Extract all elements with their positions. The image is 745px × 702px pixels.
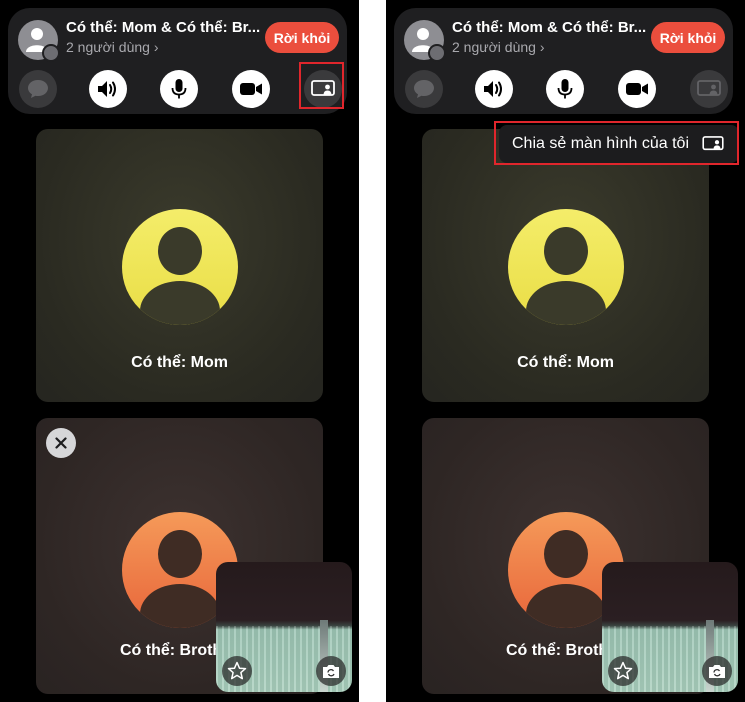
speaker-button[interactable] xyxy=(89,70,127,108)
participant-tile-mom[interactable]: Có thể: Mom xyxy=(422,129,709,402)
self-camera-preview[interactable] xyxy=(602,562,738,692)
microphone-icon xyxy=(557,79,573,99)
facetime-call-bar: Có thể: Mom & Có thể: Br... 2 người dùng… xyxy=(394,8,733,114)
avatar xyxy=(508,209,624,325)
leave-call-button[interactable]: Rời khỏi xyxy=(651,22,725,53)
call-title[interactable]: Có thể: Mom & Có thể: Br... xyxy=(66,19,262,36)
video-camera-icon xyxy=(240,83,262,95)
flip-camera-button[interactable] xyxy=(702,656,732,686)
flip-camera-icon xyxy=(709,665,725,678)
video-button[interactable] xyxy=(618,70,656,108)
group-avatar[interactable] xyxy=(404,20,446,62)
message-button[interactable] xyxy=(19,70,57,108)
participants-link[interactable]: 2 người dùng › xyxy=(452,39,545,55)
share-screen-icon xyxy=(697,80,721,96)
speaker-icon xyxy=(98,81,116,97)
speaker-icon xyxy=(484,81,502,97)
close-button[interactable] xyxy=(46,428,76,458)
phone-screen-right: Có thể: Mom & Có thể: Br... 2 người dùng… xyxy=(386,0,745,702)
video-camera-icon xyxy=(626,83,648,95)
effects-star-icon xyxy=(613,661,633,680)
message-icon xyxy=(28,80,48,98)
participant-name: Có thể: Mom xyxy=(131,354,228,371)
participant-tile-mom[interactable]: Có thể: Mom xyxy=(36,129,323,402)
microphone-icon xyxy=(171,79,187,99)
self-camera-preview[interactable] xyxy=(216,562,352,692)
secondary-avatar xyxy=(428,44,446,62)
participants-link[interactable]: 2 người dùng › xyxy=(66,39,159,55)
leave-call-button[interactable]: Rời khỏi xyxy=(265,22,339,53)
flip-camera-button[interactable] xyxy=(316,656,346,686)
participant-name: Có thể: Broth xyxy=(506,642,609,659)
close-icon xyxy=(55,437,67,449)
effects-button[interactable] xyxy=(222,656,252,686)
participant-name: Có thể: Mom xyxy=(517,354,614,371)
message-icon xyxy=(414,80,434,98)
group-avatar[interactable] xyxy=(18,20,60,62)
microphone-button[interactable] xyxy=(546,70,584,108)
effects-button[interactable] xyxy=(608,656,638,686)
participant-name: Có thể: Broth xyxy=(120,642,223,659)
call-title[interactable]: Có thể: Mom & Có thể: Br... xyxy=(452,19,648,36)
share-button-highlight xyxy=(299,62,344,109)
secondary-avatar xyxy=(42,44,60,62)
facetime-call-bar: Có thể: Mom & Có thể: Br... 2 người dùng… xyxy=(8,8,347,114)
avatar xyxy=(122,209,238,325)
phone-screen-left: Có thể: Mom & Có thể: Br... 2 người dùng… xyxy=(0,0,359,702)
share-screen-button[interactable] xyxy=(690,70,728,108)
speaker-button[interactable] xyxy=(475,70,513,108)
effects-star-icon xyxy=(227,661,247,680)
message-button[interactable] xyxy=(405,70,443,108)
share-menu-highlight xyxy=(494,121,739,165)
microphone-button[interactable] xyxy=(160,70,198,108)
flip-camera-icon xyxy=(323,665,339,678)
video-button[interactable] xyxy=(232,70,270,108)
